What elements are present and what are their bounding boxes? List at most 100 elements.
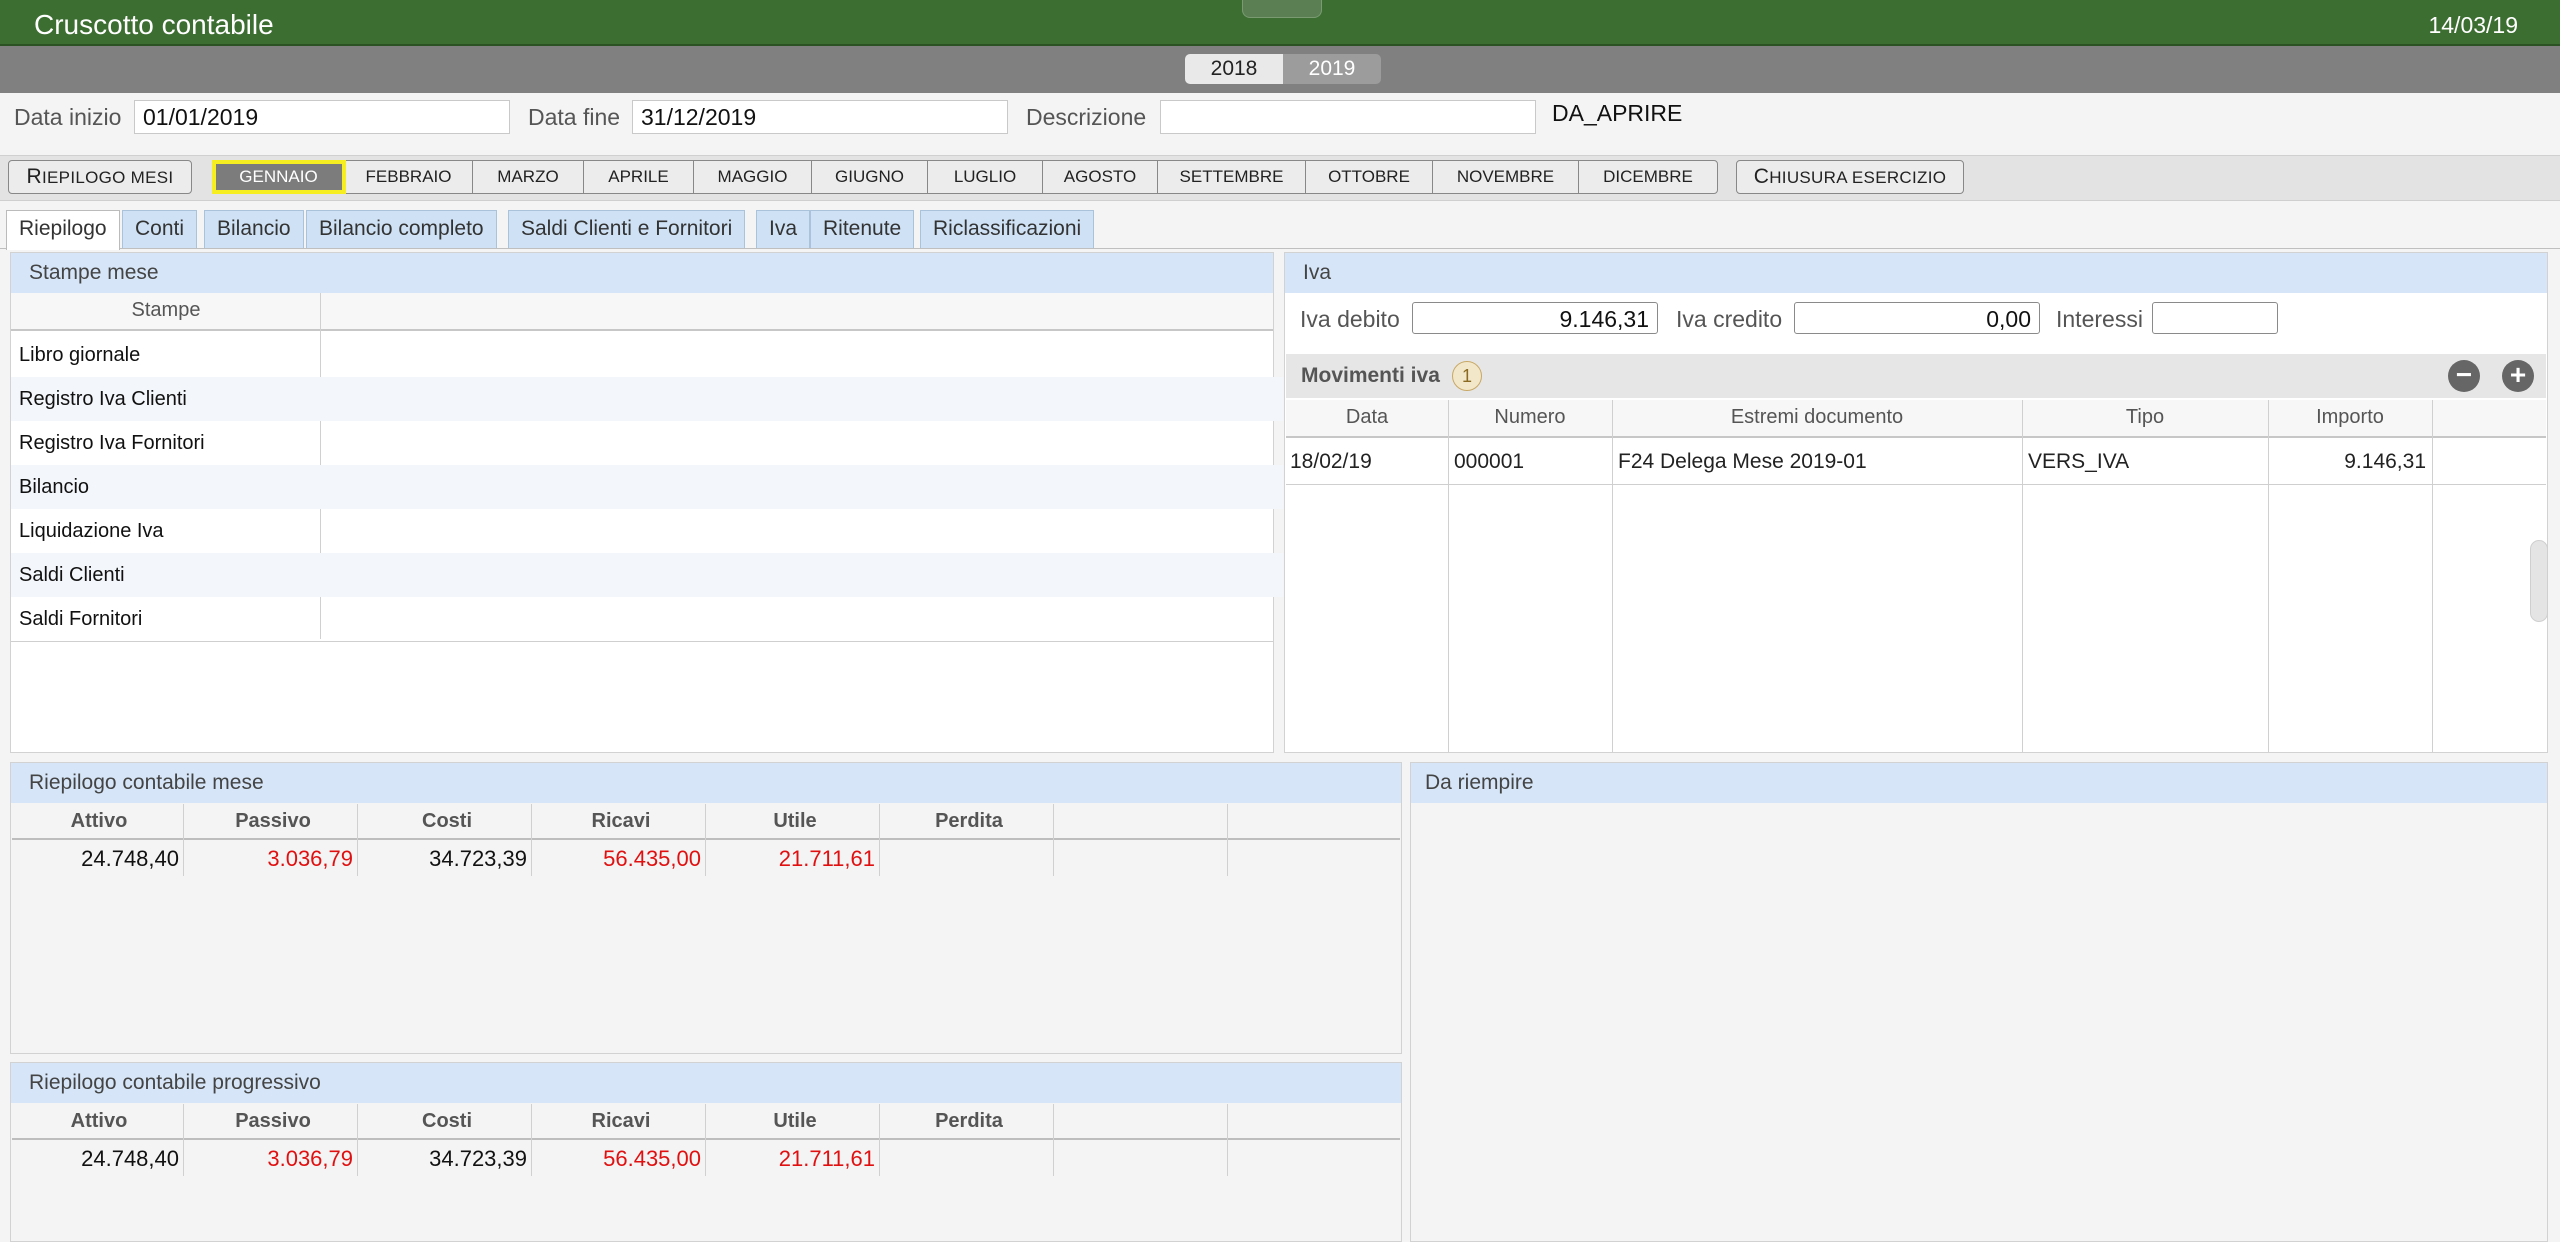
month-luglio[interactable]: Luglio xyxy=(928,161,1043,193)
tab-bilancio-completo[interactable]: Bilancio completo xyxy=(306,210,497,248)
year-2019-button[interactable]: 2019 xyxy=(1283,54,1381,84)
rm-col-ricavi: Ricavi xyxy=(591,810,651,832)
stampa-registro-iva-clienti[interactable]: Registro Iva Clienti xyxy=(11,377,1283,421)
tab-riepilogo[interactable]: Riepilogo xyxy=(6,210,120,250)
remove-movimento-button[interactable]: − xyxy=(2448,360,2480,392)
stampe-column-header: Stampe xyxy=(131,299,201,321)
current-date: 14/03/19 xyxy=(2428,12,2518,38)
rm-col-attivo: Attivo xyxy=(70,810,128,832)
riepilogo-progressivo-title: Riepilogo contabile progressivo xyxy=(11,1063,1401,1103)
rm-ricavi-value: 56.435,00 xyxy=(603,846,701,871)
rp-utile-value: 21.711,61 xyxy=(778,1146,875,1171)
data-fine-label: Data fine xyxy=(528,104,621,130)
chiusura-esercizio-button[interactable]: Chiusura esercizio xyxy=(1736,160,1964,194)
da-riempire-title: Da riempire xyxy=(1411,763,2547,803)
rm-divider xyxy=(531,804,532,876)
month-dicembre[interactable]: Dicembre xyxy=(1579,161,1717,193)
iva-credito-field[interactable]: 0,00 xyxy=(1794,302,2040,334)
rp-col-costi: Costi xyxy=(422,1110,472,1132)
plus-icon: + xyxy=(2509,359,2527,390)
stampa-registro-iva-fornitori[interactable]: Registro Iva Fornitori xyxy=(11,421,1283,465)
col-data: Data xyxy=(1345,406,1389,428)
app-title: Cruscotto contabile xyxy=(34,9,274,40)
movimento-data: 18/02/19 xyxy=(1290,450,1372,473)
rp-col-utile: Utile xyxy=(773,1110,817,1132)
da-riempire-panel: Da riempire xyxy=(1410,762,2548,1242)
rp-divider xyxy=(879,1104,880,1176)
data-inizio-field[interactable]: 01/01/2019 xyxy=(134,100,510,134)
rp-col-attivo: Attivo xyxy=(70,1110,128,1132)
month-giugno[interactable]: Giugno xyxy=(812,161,928,193)
rp-col-perdita: Perdita xyxy=(935,1110,1003,1132)
tab-saldi-clienti-fornitori[interactable]: Saldi Clienti e Fornitori xyxy=(508,210,746,248)
iva-debito-field[interactable]: 9.146,31 xyxy=(1412,302,1658,334)
stampa-saldi-fornitori[interactable]: Saldi Fornitori xyxy=(11,597,1283,641)
stampa-bilancio[interactable]: Bilancio xyxy=(11,465,1283,509)
month-aprile[interactable]: Aprile xyxy=(584,161,694,193)
add-movimento-button[interactable]: + xyxy=(2502,360,2534,392)
month-febbraio[interactable]: Febbraio xyxy=(345,161,473,193)
minus-icon: − xyxy=(2455,359,2473,390)
title-bar: Cruscotto contabile 14/03/19 xyxy=(0,0,2560,46)
tab-bilancio[interactable]: Bilancio xyxy=(204,210,304,248)
tab-iva[interactable]: Iva xyxy=(756,210,811,248)
data-fine-field[interactable]: 31/12/2019 xyxy=(632,100,1008,134)
movimento-numero: 000001 xyxy=(1454,450,1525,473)
rp-col-passivo: Passivo xyxy=(235,1110,311,1132)
riepilogo-mesi-button[interactable]: Riepilogo mesi xyxy=(8,160,192,194)
rp-divider xyxy=(705,1104,706,1176)
rm-divider xyxy=(183,804,184,876)
riepilogo-mese-header-line xyxy=(12,838,1400,840)
year-2018-button[interactable]: 2018 xyxy=(1185,54,1283,84)
stampa-liquidazione-iva[interactable]: Liquidazione Iva xyxy=(11,509,1283,553)
month-novembre[interactable]: Novembre xyxy=(1433,161,1579,193)
interessi-label: Interessi xyxy=(2056,306,2143,332)
movimenti-divider-1 xyxy=(1448,400,1449,752)
stampa-libro-giornale[interactable]: Libro giornale xyxy=(11,333,1283,377)
rm-divider xyxy=(879,804,880,876)
stampe-bottom-line xyxy=(11,641,1273,642)
year-bar: 2018 2019 xyxy=(0,46,2560,93)
rp-attivo-value: 24.748,40 xyxy=(81,1146,179,1171)
month-marzo[interactable]: Marzo xyxy=(473,161,584,193)
rp-divider xyxy=(531,1104,532,1176)
rm-col-utile: Utile xyxy=(773,810,817,832)
month-gennaio[interactable]: Gennaio xyxy=(212,160,346,194)
month-settembre[interactable]: Settembre xyxy=(1158,161,1306,193)
month-selector: Gennaio Febbraio Marzo Aprile Maggio Giu… xyxy=(212,160,1718,194)
movimenti-divider-5 xyxy=(2432,400,2433,752)
rp-divider xyxy=(357,1104,358,1176)
rm-passivo-value: 3.036,79 xyxy=(267,846,353,871)
tab-conti[interactable]: Conti xyxy=(122,210,198,248)
data-inizio-label: Data inizio xyxy=(14,104,122,130)
stampe-mese-title: Stampe mese xyxy=(11,253,1273,293)
rm-divider xyxy=(1227,804,1228,876)
movimenti-divider-2 xyxy=(1612,400,1613,752)
riepilogo-mese-title: Riepilogo contabile mese xyxy=(11,763,1401,803)
stampa-saldi-clienti[interactable]: Saldi Clienti xyxy=(11,553,1283,597)
month-ottobre[interactable]: Ottobre xyxy=(1306,161,1433,193)
interessi-field[interactable] xyxy=(2152,302,2278,334)
col-tipo: Tipo xyxy=(2125,406,2165,428)
movimenti-scrollbar[interactable] xyxy=(2530,540,2548,622)
rm-col-perdita: Perdita xyxy=(935,810,1003,832)
tab-ritenute[interactable]: Ritenute xyxy=(810,210,915,248)
rp-passivo-value: 3.036,79 xyxy=(267,1146,353,1171)
movimento-importo: 9.146,31 xyxy=(2344,450,2426,473)
descrizione-label: Descrizione xyxy=(1026,104,1147,130)
drag-handle[interactable] xyxy=(1242,0,1322,18)
movimento-row-line xyxy=(1286,484,2546,485)
rm-divider xyxy=(705,804,706,876)
month-maggio[interactable]: Maggio xyxy=(694,161,812,193)
rm-divider xyxy=(1053,804,1054,876)
rm-attivo-value: 24.748,40 xyxy=(81,846,179,871)
month-agosto[interactable]: Agosto xyxy=(1043,161,1158,193)
stato-esercizio: DA_APRIRE xyxy=(1552,100,1683,126)
descrizione-field[interactable] xyxy=(1160,100,1536,134)
movimenti-count-badge: 1 xyxy=(1452,361,1482,391)
tab-riclassificazioni[interactable]: Riclassificazioni xyxy=(920,210,1095,248)
iva-title: Iva xyxy=(1285,253,2547,293)
iva-debito-label: Iva debito xyxy=(1300,306,1400,332)
rp-col-ricavi: Ricavi xyxy=(591,1110,651,1132)
rp-divider xyxy=(1227,1104,1228,1176)
